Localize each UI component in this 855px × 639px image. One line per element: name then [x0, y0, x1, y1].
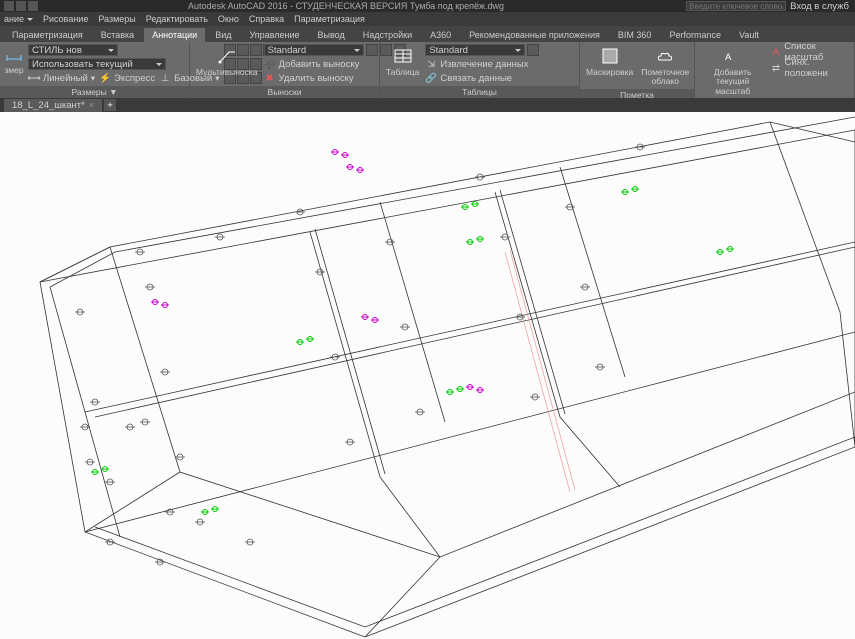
panel-tables: Таблица Standard ⇲Извлечение данных 🔗Свя… [380, 42, 580, 98]
menu-item[interactable]: Размеры [98, 14, 135, 24]
use-current-combo[interactable]: Использовать текущий [28, 58, 166, 70]
linear-icon: ⟷ [28, 72, 40, 84]
sync-positions-button[interactable]: ⇄Синх. положени [770, 62, 850, 74]
keyword-search-input[interactable] [686, 1, 786, 11]
panel-leaders: Мультивыноска Standard ➕Добавить выноску… [190, 42, 380, 98]
menu-dropdown[interactable]: ание [4, 14, 33, 24]
panel-mark: Маскировка Пометочное облако Пометка [580, 42, 695, 98]
base-icon: ⊥ [159, 72, 171, 84]
tab-view[interactable]: Вид [207, 28, 239, 42]
extract-icon: ⇲ [425, 58, 437, 70]
panel-label-mark: Пометка [580, 89, 694, 98]
wipeout-icon [600, 46, 620, 66]
tab-vault[interactable]: Vault [731, 28, 767, 42]
express-icon: ⚡ [99, 72, 111, 84]
file-tab[interactable]: 18_L_24_шкант*× [4, 99, 102, 112]
tab-addins[interactable]: Надстройки [355, 28, 420, 42]
table-icon [393, 46, 413, 66]
menubar: ание Рисование Размеры Редактировать Окн… [0, 12, 855, 26]
minibtn[interactable] [527, 44, 539, 56]
leader-style-combo[interactable]: Standard [264, 44, 364, 56]
panel-label-dimensions[interactable]: Размеры ▼ [0, 86, 189, 98]
add-tab-button[interactable]: + [104, 99, 116, 111]
tab-bim360[interactable]: BIM 360 [610, 28, 660, 42]
table-style-combo[interactable]: Standard [425, 44, 525, 56]
tab-recommended[interactable]: Рекомендованные приложения [461, 28, 608, 42]
titlebar: Autodesk AutoCAD 2016 - СТУДЕНЧЕСКАЯ ВЕР… [0, 0, 855, 12]
close-tab-icon[interactable]: × [89, 100, 94, 110]
quick-access-toolbar[interactable] [0, 0, 42, 12]
revcloud-button[interactable]: Пометочное облако [639, 44, 691, 89]
qat-btn[interactable] [4, 1, 14, 11]
tab-a360[interactable]: A360 [422, 28, 459, 42]
menu-item[interactable]: Рисование [43, 14, 88, 24]
tab-annotations[interactable]: Аннотации [144, 28, 205, 42]
qat-btn[interactable] [16, 1, 26, 11]
scale-icon: A [723, 46, 743, 66]
file-tabs: 18_L_24_шкант*× + [0, 98, 855, 112]
list-icon: A [770, 46, 781, 58]
qat-btn[interactable] [28, 1, 38, 11]
login-link[interactable]: Вход в служб [790, 1, 849, 12]
dim-style-combo[interactable]: СТИЛЬ нов [28, 44, 118, 56]
sync-icon: ⇄ [770, 62, 781, 74]
table-button[interactable]: Таблица [384, 44, 421, 79]
multileader-icon [217, 46, 237, 66]
app-title: Autodesk AutoCAD 2016 - СТУДЕНЧЕСКАЯ ВЕР… [6, 1, 686, 11]
extract-data-button[interactable]: ⇲Извлечение данных [425, 58, 539, 70]
cloud-icon [655, 46, 675, 66]
drawing-canvas[interactable] [0, 112, 855, 639]
add-icon: ➕ [264, 58, 276, 70]
svg-text:A: A [725, 52, 732, 63]
panel-label-leaders: Выноски [190, 86, 379, 98]
panel-label-tables: Таблицы [380, 86, 579, 98]
dimension-label: змер [4, 66, 24, 75]
minibtn[interactable] [366, 44, 378, 56]
link-data-button[interactable]: 🔗Связать данные [425, 72, 539, 84]
menu-item[interactable]: Справка [249, 14, 284, 24]
wipeout-button[interactable]: Маскировка [584, 44, 635, 79]
dimension-icon[interactable] [4, 44, 24, 64]
panel-scale: A Добавить текущий масштаб AСписок масшт… [695, 42, 855, 98]
tab-insert[interactable]: Вставка [93, 28, 142, 42]
ribbon: змер СТИЛЬ нов Использовать текущий ⟷Лин… [0, 42, 855, 98]
menu-item[interactable]: Редактировать [146, 14, 208, 24]
multileader-button[interactable]: Мультивыноска [194, 44, 260, 79]
linear-button[interactable]: ⟷Линейный▾ [28, 72, 95, 84]
tab-performance[interactable]: Performance [661, 28, 729, 42]
panel-dimensions: змер СТИЛЬ нов Использовать текущий ⟷Лин… [0, 42, 190, 98]
link-icon: 🔗 [425, 72, 437, 84]
tab-parametrization[interactable]: Параметризация [4, 28, 91, 42]
tab-manage[interactable]: Управление [241, 28, 307, 42]
menu-item[interactable]: Окно [218, 14, 239, 24]
menu-item[interactable]: Параметризация [294, 14, 365, 24]
ribbon-tabs: Параметризация Вставка Аннотации Вид Упр… [0, 26, 855, 42]
tab-output[interactable]: Вывод [310, 28, 353, 42]
remove-icon: ✖ [264, 72, 276, 84]
express-button[interactable]: ⚡Экспресс [99, 72, 155, 84]
add-scale-button[interactable]: A Добавить текущий масштаб [699, 44, 766, 98]
